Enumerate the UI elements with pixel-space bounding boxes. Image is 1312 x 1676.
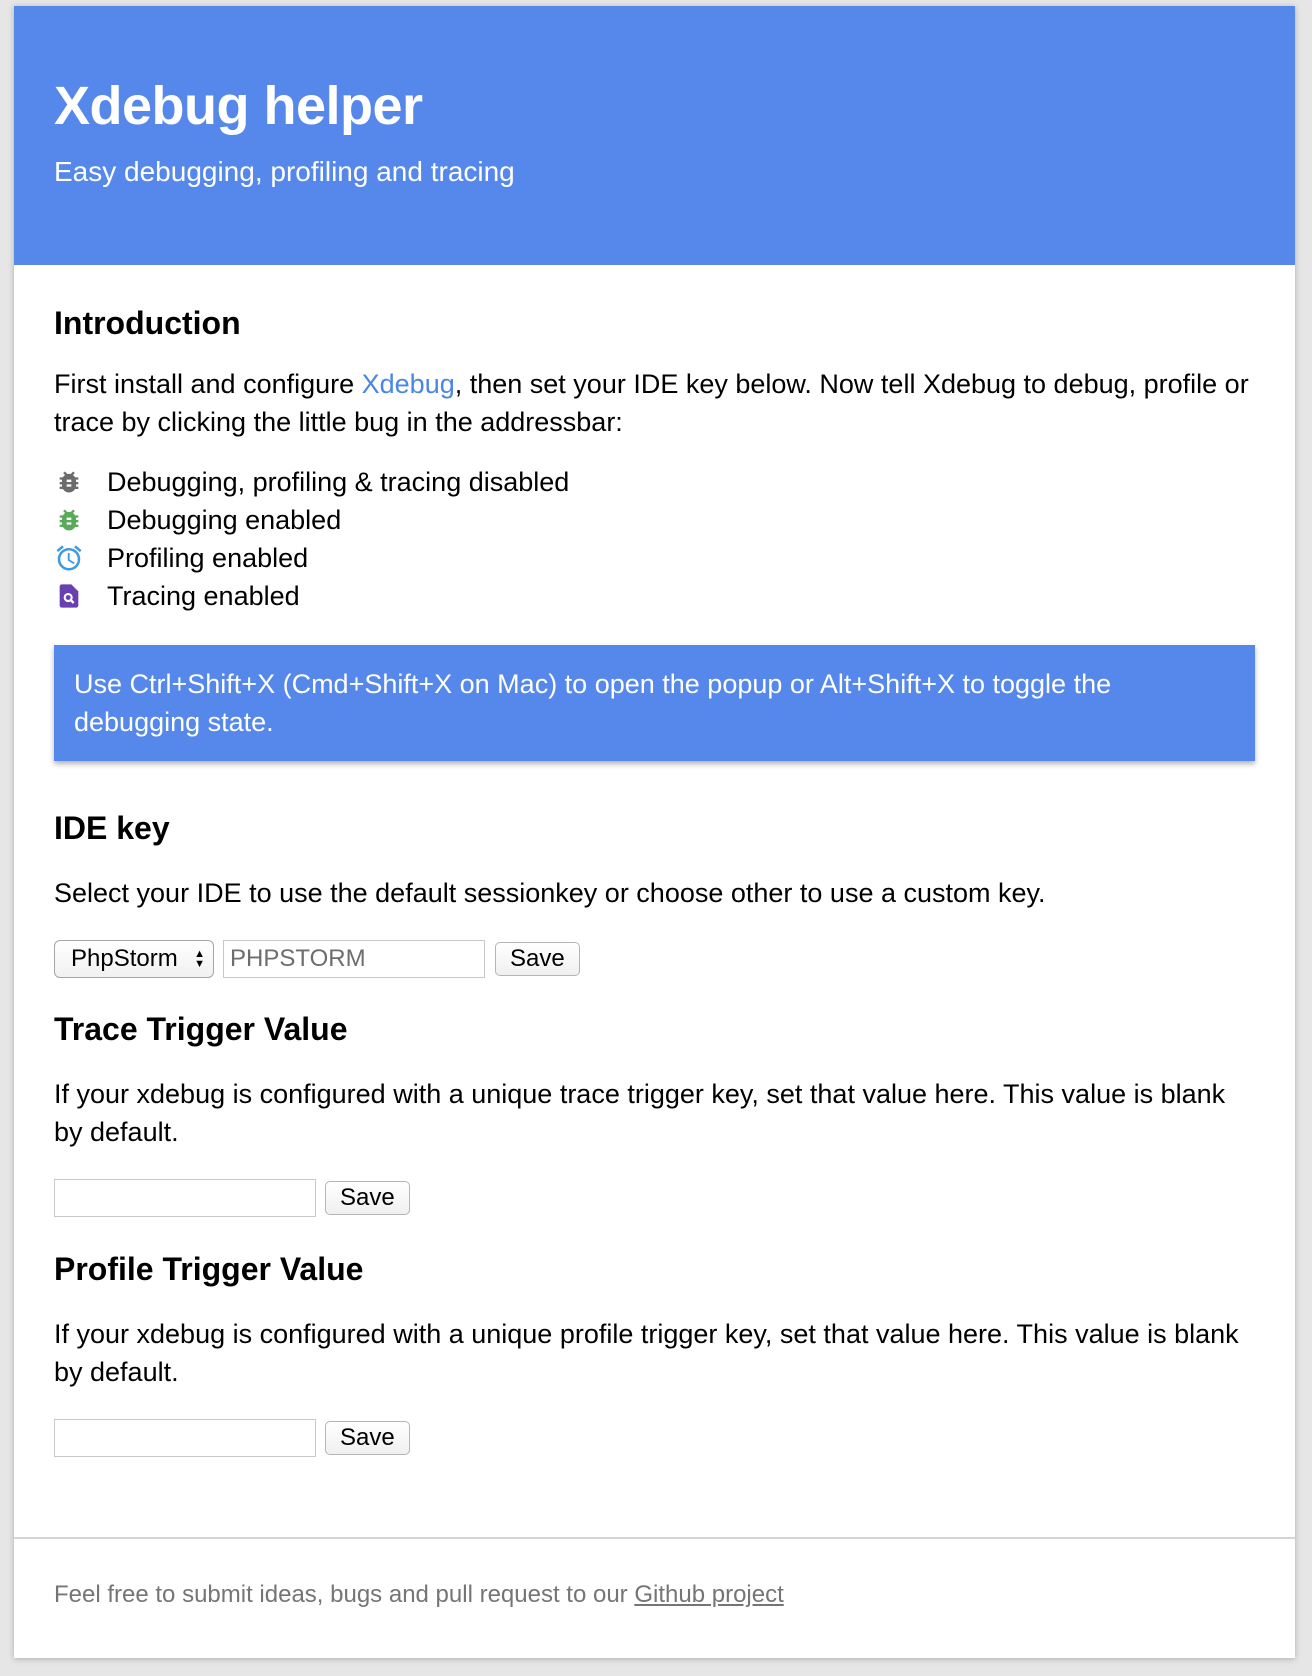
legend-label-profiling: Profiling enabled	[107, 542, 309, 573]
page-subtitle: Easy debugging, profiling and tracing	[54, 156, 515, 187]
alarm-clock-icon	[54, 543, 84, 573]
trace-trigger-heading: Trace Trigger Value	[54, 1011, 348, 1047]
trace-trigger-form: Save	[54, 1179, 1255, 1217]
footer-text-prefix: Feel free to submit ideas, bugs and pull…	[54, 1581, 635, 1608]
main-content: Introduction First install and configure…	[14, 301, 1295, 1457]
legend-label-tracing: Tracing enabled	[107, 580, 300, 611]
legend-item-debugging: Debugging enabled	[54, 501, 1255, 539]
trace-trigger-input[interactable]	[54, 1179, 316, 1217]
trace-search-icon	[54, 581, 84, 611]
legend-label-debugging: Debugging enabled	[107, 504, 342, 535]
bug-gray-icon	[54, 467, 84, 497]
ide-key-form: PhpStorm ▲▼ Save	[54, 940, 1255, 978]
page-footer: Feel free to submit ideas, bugs and pull…	[14, 1537, 1295, 1658]
legend-item-profiling: Profiling enabled	[54, 539, 1255, 577]
ide-key-description: Select your IDE to use the default sessi…	[54, 878, 1046, 908]
legend-item-tracing: Tracing enabled	[54, 577, 1255, 615]
intro-heading: Introduction	[54, 305, 241, 341]
ide-key-save-button[interactable]: Save	[495, 942, 580, 976]
trace-trigger-description: If your xdebug is configured with a uniq…	[54, 1079, 1226, 1147]
github-project-link[interactable]: Github project	[634, 1581, 783, 1608]
bug-green-icon	[54, 505, 84, 535]
profile-trigger-form: Save	[54, 1419, 1255, 1457]
intro-paragraph: First install and configure Xdebug, then…	[54, 365, 1255, 441]
page-title: Xdebug helper	[54, 76, 423, 136]
options-page: Xdebug helper Easy debugging, profiling …	[14, 6, 1295, 1658]
xdebug-link[interactable]: Xdebug	[362, 369, 455, 399]
page-header: Xdebug helper Easy debugging, profiling …	[14, 6, 1295, 265]
legend-label-disabled: Debugging, profiling & tracing disabled	[107, 466, 570, 497]
profile-trigger-heading: Profile Trigger Value	[54, 1251, 364, 1287]
intro-text-before-link: First install and configure	[54, 369, 362, 399]
footer-text: Feel free to submit ideas, bugs and pull…	[54, 1576, 1255, 1614]
icon-legend-list: Debugging, profiling & tracing disabled …	[54, 463, 1255, 615]
profile-trigger-save-button[interactable]: Save	[325, 1421, 410, 1455]
select-arrows-icon: ▲ ▼	[194, 948, 205, 970]
trace-trigger-save-button[interactable]: Save	[325, 1181, 410, 1215]
ide-key-input[interactable]	[223, 940, 485, 978]
ide-select[interactable]: PhpStorm ▲ ▼	[54, 940, 214, 978]
shortcut-notice: Use Ctrl+Shift+X (Cmd+Shift+X on Mac) to…	[54, 645, 1255, 761]
profile-trigger-input[interactable]	[54, 1419, 316, 1457]
ide-key-heading: IDE key	[54, 810, 170, 846]
profile-trigger-description: If your xdebug is configured with a uniq…	[54, 1319, 1239, 1387]
legend-item-disabled: Debugging, profiling & tracing disabled	[54, 463, 1255, 501]
ide-select-value: PhpStorm	[71, 945, 178, 972]
